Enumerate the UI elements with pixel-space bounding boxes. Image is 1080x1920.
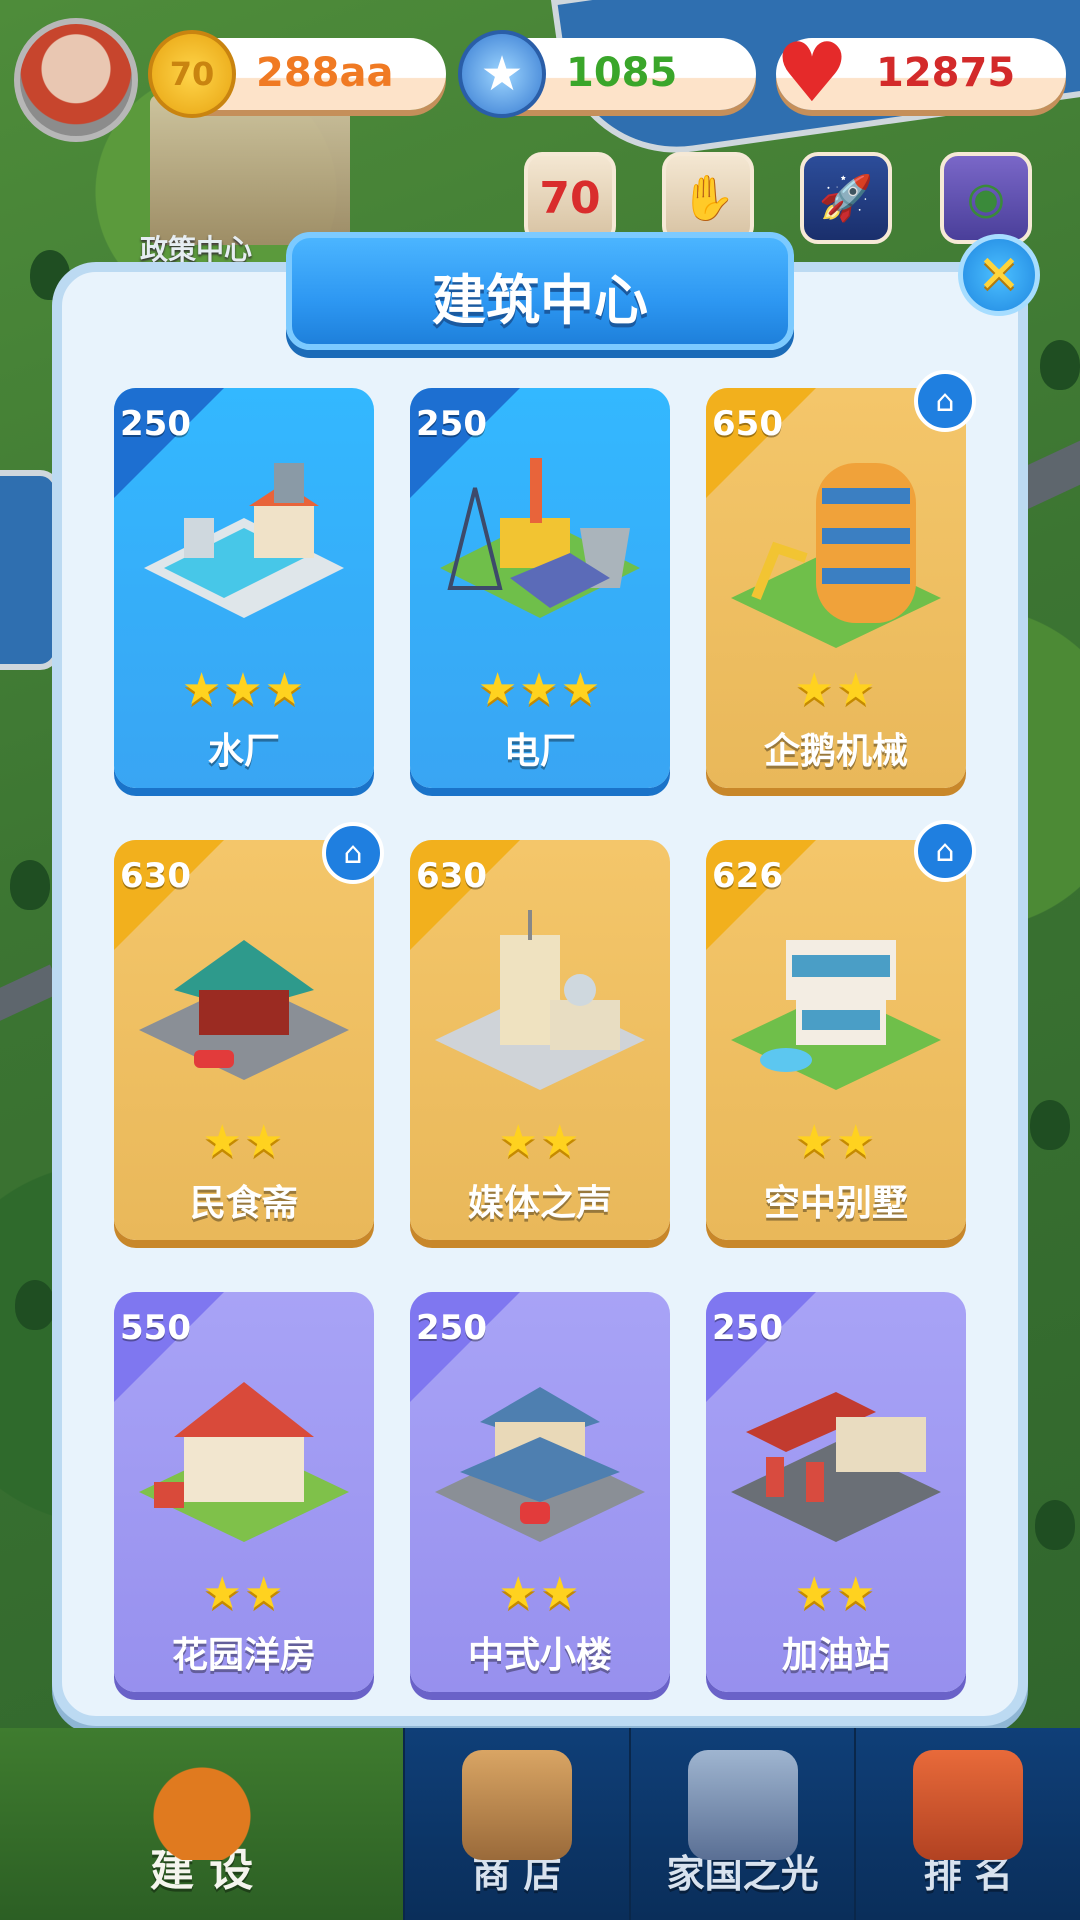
handshake-icon[interactable]: ✋ [662, 152, 754, 244]
star-rating: ★★ [794, 664, 878, 715]
gem-value: 1085 [566, 50, 678, 96]
star-rating: ★★ [794, 1568, 878, 1619]
home-icon: ⌂ [914, 370, 976, 432]
gem-icon: ★ [458, 30, 546, 118]
nav-tab-shop[interactable]: 商 店 [403, 1728, 629, 1920]
player-avatar[interactable] [14, 18, 138, 142]
anniversary-70-icon[interactable]: 70 [524, 152, 616, 244]
gas-station-illustration [731, 1392, 941, 1542]
tv-station-illustration [435, 910, 645, 1090]
garden-house-illustration [139, 1382, 349, 1542]
sky-villa-illustration [731, 940, 941, 1090]
building-price: 630 [416, 856, 487, 896]
nav-tab-ranking[interactable]: 排 名 [854, 1728, 1080, 1920]
building-card-garden-house[interactable]: 550 ★★ 花园洋房 [114, 1292, 374, 1692]
building-price: 650 [712, 404, 783, 444]
star-rating: ★★★ [477, 664, 603, 715]
coin-icon: 70 [148, 30, 236, 118]
coin-counter[interactable]: 70 288aa [148, 30, 446, 118]
building-card-sky-villa[interactable]: 626 ★★ 空中别墅 [706, 840, 966, 1240]
building-card-media-voice[interactable]: 630 ★★ 媒体之声 [410, 840, 670, 1240]
building-price: 250 [416, 1308, 487, 1348]
policy-center-building[interactable] [150, 95, 350, 245]
building-card-gas-station[interactable]: 250 ★★ 加油站 [706, 1292, 966, 1692]
home-icon: ⌂ [322, 822, 384, 884]
star-rating: ★★★ [181, 664, 307, 715]
minshizhai-illustration [139, 940, 349, 1080]
building-price: 250 [416, 404, 487, 444]
building-card-penguin-machinery[interactable]: 650 ★★ 企鹅机械 [706, 388, 966, 788]
star-rating: ★★ [202, 1568, 286, 1619]
star-rating: ★★ [498, 1568, 582, 1619]
star-rating: ★★ [794, 1116, 878, 1167]
building-name: 企鹅机械 [763, 731, 908, 772]
building-name: 媒体之声 [467, 1183, 612, 1224]
podium-icon [913, 1750, 1024, 1860]
building-name: 电厂 [503, 731, 576, 772]
star-rating: ★★ [202, 1116, 286, 1167]
hardhat-icon [146, 1750, 257, 1860]
building-card-power-plant[interactable]: 250 ★★★ 电厂 [410, 388, 670, 788]
chinese-house-illustration [435, 1387, 645, 1542]
star-rating: ★★ [498, 1116, 582, 1167]
heart-counter[interactable]: ♥ 12875 [775, 33, 1066, 115]
building-price: 550 [120, 1308, 191, 1348]
building-name: 加油站 [781, 1635, 890, 1676]
building-name: 水厂 [207, 731, 280, 772]
building-name: 中式小楼 [467, 1635, 612, 1676]
gem-counter[interactable]: ★ 1085 [458, 30, 756, 118]
building-name: 花园洋房 [171, 1635, 316, 1676]
home-icon: ⌂ [914, 820, 976, 882]
building-card-chinese-house[interactable]: 250 ★★ 中式小楼 [410, 1292, 670, 1692]
building-price: 250 [120, 404, 191, 444]
building-card-minshizhai[interactable]: 630 ★★ 民食斋 [114, 840, 374, 1240]
heart-icon: ♥ [775, 26, 849, 121]
rocket-icon [687, 1750, 798, 1860]
close-icon[interactable]: ✕ [958, 234, 1040, 316]
building-price: 250 [712, 1308, 783, 1348]
coin-value: 288aa [256, 50, 394, 96]
nav-tab-build[interactable]: 建 设 [0, 1728, 404, 1920]
building-price: 630 [120, 856, 191, 896]
shop-icon [462, 1750, 573, 1860]
building-name: 民食斋 [189, 1183, 298, 1224]
power-plant-illustration [440, 458, 640, 618]
panel-title-bar: 建筑中心 [286, 232, 794, 350]
building-card-water-plant[interactable]: 250 ★★★ 水厂 [114, 388, 374, 788]
globe-icon[interactable]: ◉ [940, 152, 1032, 244]
panel-title: 建筑中心 [432, 269, 648, 332]
heart-value: 12875 [876, 50, 1016, 96]
bottom-nav: 建 设 商 店 家国之光 排 名 [0, 1728, 1080, 1920]
building-price: 626 [712, 856, 783, 896]
penguin-machinery-illustration [731, 463, 941, 648]
rocket-icon[interactable]: 🚀 [800, 152, 892, 244]
water-plant-illustration [144, 463, 344, 618]
building-name: 空中别墅 [763, 1183, 908, 1224]
nav-tab-national-glory[interactable]: 家国之光 [628, 1728, 855, 1920]
